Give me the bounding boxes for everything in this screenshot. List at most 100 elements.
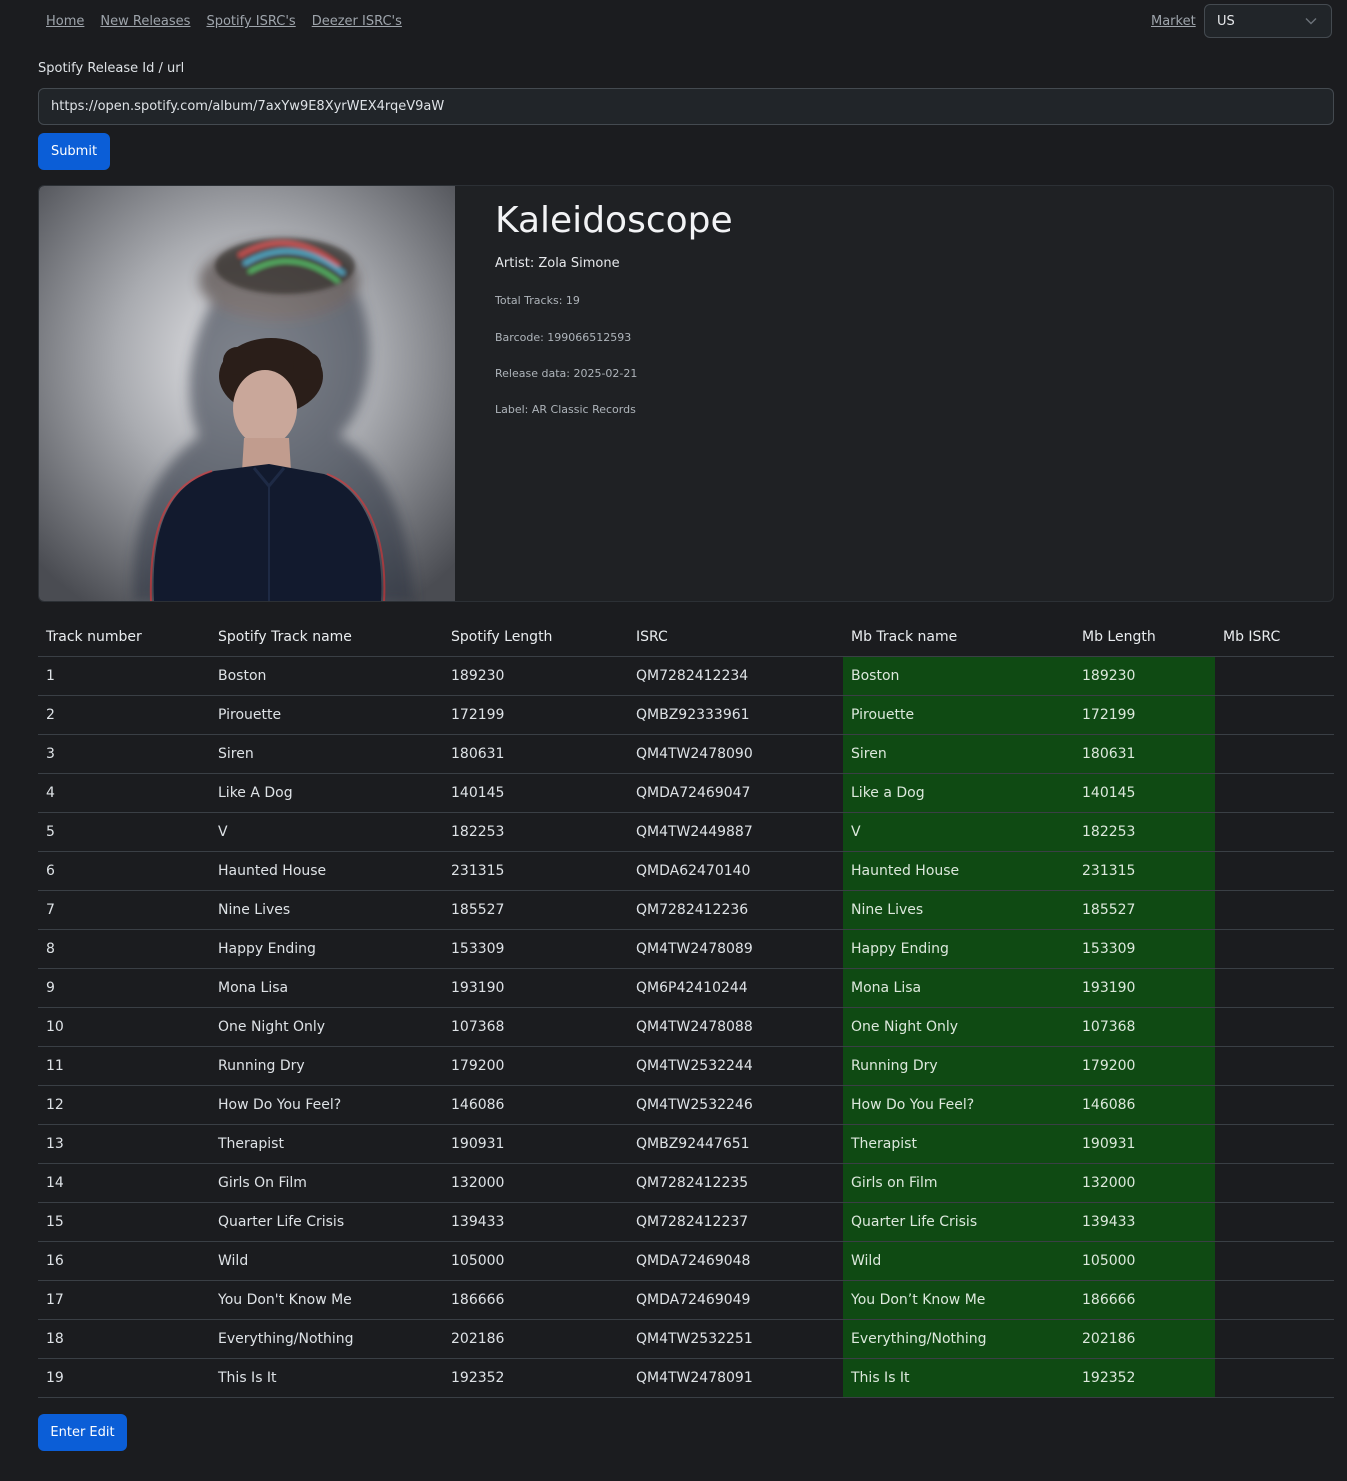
- tracks-table-body: 1 Boston 189230 QM7282412234 Boston 189230 2 Pi…: [38, 656, 1334, 1398]
- col-mb-isrc: Mb ISRC: [1215, 617, 1334, 657]
- col-mb-track-name: Mb Track name: [843, 617, 1074, 657]
- mb-isrc-cell: [1215, 1085, 1334, 1125]
- mb-length-cell: 193190: [1074, 968, 1215, 1008]
- spotify-length-cell: 182253: [443, 812, 628, 852]
- album-cover-image: [39, 186, 455, 601]
- track-number-cell: 3: [38, 734, 210, 774]
- mb-track-name-cell: Therapist: [843, 1124, 1074, 1164]
- track-number-cell: 11: [38, 1046, 210, 1086]
- track-number-cell: 9: [38, 968, 210, 1008]
- market-link[interactable]: Market: [1151, 14, 1196, 29]
- track-number-cell: 13: [38, 1124, 210, 1164]
- table-row: 13 Therapist 190931 QMBZ92447651 Therapist 19…: [38, 1124, 1334, 1164]
- isrc-cell: QM7282412236: [628, 890, 843, 930]
- table-row: 10 One Night Only 107368 QM4TW2478088 One Ni…: [38, 1007, 1334, 1047]
- isrc-cell: QM6P42410244: [628, 968, 843, 1008]
- mb-length-cell: 140145: [1074, 773, 1215, 813]
- spotify-length-cell: 189230: [443, 656, 628, 696]
- release-date: Release data: 2025-02-21: [495, 367, 638, 380]
- spotify-length-cell: 172199: [443, 695, 628, 735]
- spotify-length-cell: 202186: [443, 1319, 628, 1359]
- mb-isrc-cell: [1215, 812, 1334, 852]
- isrc-cell: QMBZ92447651: [628, 1124, 843, 1164]
- mb-length-cell: 107368: [1074, 1007, 1215, 1047]
- col-track-number: Track number: [38, 617, 210, 657]
- total-tracks: Total Tracks: 19: [495, 294, 580, 307]
- spotify-length-cell: 231315: [443, 851, 628, 891]
- table-row: 1 Boston 189230 QM7282412234 Boston 189230: [38, 656, 1334, 696]
- spotify-track-name-cell: Boston: [210, 656, 443, 696]
- mb-length-cell: 186666: [1074, 1280, 1215, 1320]
- col-isrc: ISRC: [628, 617, 843, 657]
- mb-length-cell: 179200: [1074, 1046, 1215, 1086]
- table-row: 7 Nine Lives 185527 QM7282412236 Nine Lives 1…: [38, 890, 1334, 930]
- mb-isrc-cell: [1215, 1358, 1334, 1398]
- top-navbar: Home New Releases Spotify ISRC's Deezer …: [0, 0, 1347, 44]
- isrc-cell: QM4TW2478090: [628, 734, 843, 774]
- spotify-track-name-cell: Everything/Nothing: [210, 1319, 443, 1359]
- table-row: 9 Mona Lisa 193190 QM6P42410244 Mona Lisa 193…: [38, 968, 1334, 1008]
- table-row: 15 Quarter Life Crisis 139433 QM7282412237 Q…: [38, 1202, 1334, 1242]
- enter-edit-button[interactable]: Enter Edit: [38, 1414, 127, 1451]
- mb-track-name-cell: Like a Dog: [843, 773, 1074, 813]
- table-row: 19 This Is It 192352 QM4TW2478091 This Is It…: [38, 1358, 1334, 1398]
- table-header-row: Track number Spotify Track name Spotify …: [38, 617, 1334, 657]
- spotify-length-cell: 193190: [443, 968, 628, 1008]
- mb-length-cell: 182253: [1074, 812, 1215, 852]
- spotify-length-cell: 186666: [443, 1280, 628, 1320]
- mb-length-cell: 105000: [1074, 1241, 1215, 1281]
- nav-deezer-isrcs-link[interactable]: Deezer ISRC's: [312, 14, 402, 29]
- track-number-cell: 2: [38, 695, 210, 735]
- isrc-cell: QM4TW2532251: [628, 1319, 843, 1359]
- track-number-cell: 18: [38, 1319, 210, 1359]
- table-row: 4 Like A Dog 140145 QMDA72469047 Like a Dog 1…: [38, 773, 1334, 813]
- mb-track-name-cell: Pirouette: [843, 695, 1074, 735]
- track-number-cell: 8: [38, 929, 210, 969]
- mb-isrc-cell: [1215, 1280, 1334, 1320]
- track-number-cell: 15: [38, 1202, 210, 1242]
- nav-new-releases-link[interactable]: New Releases: [100, 14, 190, 29]
- mb-isrc-cell: [1215, 773, 1334, 813]
- mb-isrc-cell: [1215, 656, 1334, 696]
- market-select[interactable]: US: [1204, 4, 1332, 38]
- spotify-track-name-cell: Wild: [210, 1241, 443, 1281]
- table-row: 8 Happy Ending 153309 QM4TW2478089 Happy End…: [38, 929, 1334, 969]
- spotify-track-name-cell: You Don't Know Me: [210, 1280, 443, 1320]
- nav-spotify-isrcs-link[interactable]: Spotify ISRC's: [206, 14, 295, 29]
- spotify-length-cell: 179200: [443, 1046, 628, 1086]
- table-row: 12 How Do You Feel? 146086 QM4TW2532246 How …: [38, 1085, 1334, 1125]
- mb-isrc-cell: [1215, 1046, 1334, 1086]
- track-number-cell: 16: [38, 1241, 210, 1281]
- mb-track-name-cell: You Don’t Know Me: [843, 1280, 1074, 1320]
- table-row: 18 Everything/Nothing 202186 QM4TW2532251 Ev…: [38, 1319, 1334, 1359]
- col-spotify-track-name: Spotify Track name: [210, 617, 443, 657]
- mb-isrc-cell: [1215, 695, 1334, 735]
- submit-button[interactable]: Submit: [38, 133, 110, 170]
- mb-length-cell: 185527: [1074, 890, 1215, 930]
- chevron-down-icon: [1305, 18, 1317, 25]
- isrc-cell: QM4TW2478088: [628, 1007, 843, 1047]
- release-url-input[interactable]: [38, 88, 1334, 125]
- table-row: 16 Wild 105000 QMDA72469048 Wild 105000: [38, 1241, 1334, 1281]
- isrc-cell: QMDA72469048: [628, 1241, 843, 1281]
- mb-length-cell: 190931: [1074, 1124, 1215, 1164]
- isrc-cell: QM4TW2478091: [628, 1358, 843, 1398]
- spotify-length-cell: 153309: [443, 929, 628, 969]
- track-number-cell: 14: [38, 1163, 210, 1203]
- mb-length-cell: 146086: [1074, 1085, 1215, 1125]
- col-mb-length: Mb Length: [1074, 617, 1215, 657]
- table-row: 3 Siren 180631 QM4TW2478090 Siren 180631: [38, 734, 1334, 774]
- spotify-length-cell: 139433: [443, 1202, 628, 1242]
- track-number-cell: 12: [38, 1085, 210, 1125]
- mb-track-name-cell: How Do You Feel?: [843, 1085, 1074, 1125]
- market-selected-value: US: [1217, 14, 1235, 29]
- mb-track-name-cell: Nine Lives: [843, 890, 1074, 930]
- spotify-track-name-cell: Pirouette: [210, 695, 443, 735]
- mb-length-cell: 189230: [1074, 656, 1215, 696]
- mb-length-cell: 132000: [1074, 1163, 1215, 1203]
- nav-home-link[interactable]: Home: [46, 14, 84, 29]
- mb-isrc-cell: [1215, 929, 1334, 969]
- mb-isrc-cell: [1215, 1202, 1334, 1242]
- spotify-length-cell: 107368: [443, 1007, 628, 1047]
- track-number-cell: 5: [38, 812, 210, 852]
